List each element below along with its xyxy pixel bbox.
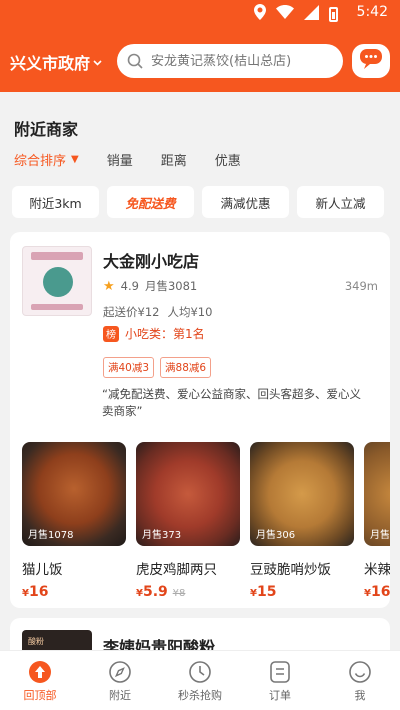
star-icon: ★ <box>103 278 115 294</box>
tab-label: 订单 <box>269 689 291 702</box>
status-time: 5:42 <box>356 4 388 20</box>
filter-chip-new-user[interactable]: 新人立减 <box>297 186 384 218</box>
app-header: 5:42 兴义市政府 <box>0 0 400 92</box>
dish-price: ¥16 <box>22 584 126 600</box>
search-bar[interactable] <box>117 44 343 78</box>
store-logo-text: 酸粉 <box>28 637 44 646</box>
fee-row: 起送价¥12 人均¥10 <box>103 304 212 320</box>
currency-symbol: ¥ <box>136 588 143 599</box>
dish-sales: 月售373 <box>142 530 182 541</box>
dish-name: 虎皮鸡脚两只 <box>136 562 217 578</box>
chevron-down-icon <box>93 58 102 69</box>
order-list-icon <box>268 660 292 684</box>
dish-item[interactable]: 月售 米辣 ¥16 <box>364 442 390 600</box>
city-label: 兴义市政府 <box>10 54 91 73</box>
sort-label: 综合排序 <box>14 154 67 169</box>
location-icon <box>254 4 266 25</box>
message-button[interactable] <box>352 44 390 78</box>
tab-me[interactable]: 我 <box>320 651 400 710</box>
min-order: 起送价¥12 <box>103 305 160 319</box>
dish-price: ¥15 <box>250 584 354 600</box>
promotion-tag: 满40减3 <box>103 357 155 378</box>
dish-item[interactable]: 月售373 虎皮鸡脚两只 ¥5.9 ¥8 <box>136 442 240 600</box>
tab-label: 附近 <box>109 689 131 702</box>
store-name: 大金刚小吃店 <box>103 252 200 271</box>
promotion-tag: 满88减6 <box>160 357 212 378</box>
clock-icon <box>188 660 212 684</box>
sort-option-discount[interactable]: 优惠 <box>215 150 241 169</box>
dish-name: 猫儿饭 <box>22 562 63 578</box>
rank-text: 小吃类：第1名 <box>125 327 205 341</box>
price-value: 16 <box>28 584 49 600</box>
battery-icon <box>329 7 338 22</box>
store-distance: 349m <box>344 279 378 293</box>
filter-chip-free-delivery[interactable]: 免配送费 <box>107 186 194 218</box>
dish-sales: 月售 <box>370 530 390 541</box>
sort-tabs: 综合排序 ▼ 销量 距离 优惠 <box>14 150 269 169</box>
dish-name: 豆豉脆哨炒饭 <box>250 562 331 578</box>
bottom-tab-bar: 回顶部 附近 秒杀抢购 订单 我 <box>0 650 400 710</box>
store-card[interactable]: 大金刚小吃店 ★ 4.9 月售3081 349m 起送价¥12 人均¥10 榜 … <box>10 232 390 608</box>
currency-symbol: ¥ <box>364 588 371 599</box>
dish-image: 月售1078 <box>22 442 126 546</box>
status-bar: 5:42 <box>0 0 400 26</box>
original-price: ¥8 <box>172 588 186 599</box>
dish-name: 米辣 <box>364 562 390 578</box>
tab-nearby[interactable]: 附近 <box>80 651 160 710</box>
tab-orders[interactable]: 订单 <box>240 651 320 710</box>
dish-item[interactable]: 月售1078 猫儿饭 ¥16 <box>22 442 126 600</box>
dish-price: ¥5.9 ¥8 <box>136 584 240 600</box>
search-input[interactable] <box>151 53 331 69</box>
sort-option-comprehensive[interactable]: 综合排序 ▼ <box>14 150 79 169</box>
tab-label: 我 <box>354 689 366 702</box>
store-logo <box>22 246 92 316</box>
store-rating: 4.9 <box>120 279 139 293</box>
filter-chips: 附近3km 免配送费 满减优惠 新人立减 <box>12 186 384 218</box>
store-quote: “减免配送费、爱心公益商家、回头客超多、爱心义卖商家” <box>102 387 361 418</box>
status-icons <box>254 4 338 25</box>
sort-option-distance[interactable]: 距离 <box>161 150 187 169</box>
tab-label: 秒杀抢购 <box>178 689 222 702</box>
rank-badge-icon: 榜 <box>103 325 119 342</box>
dish-image: 月售373 <box>136 442 240 546</box>
rank-row: 榜 小吃类：第1名 <box>103 325 205 342</box>
signal-icon <box>304 4 319 25</box>
currency-symbol: ¥ <box>250 588 257 599</box>
sort-label: 优惠 <box>214 154 241 169</box>
price-value: 16 <box>370 584 390 600</box>
avg-price: 人均¥10 <box>167 305 213 319</box>
dish-list: 月售1078 猫儿饭 ¥16 月售373 虎皮鸡脚两只 ¥5.9 ¥8 月售30… <box>22 442 390 600</box>
price-value: 5.9 <box>142 584 168 600</box>
main-content: 附近商家 综合排序 ▼ 销量 距离 优惠 附近3km 免配送费 满减优惠 新人立… <box>0 92 400 710</box>
wifi-icon <box>276 5 294 24</box>
dish-image: 月售306 <box>250 442 354 546</box>
smile-user-icon <box>348 660 372 684</box>
tab-back-to-top[interactable]: 回顶部 <box>0 651 80 710</box>
compass-icon <box>108 660 132 684</box>
store-monthly-sales: 月售3081 <box>144 279 198 293</box>
dish-sales: 月售306 <box>256 530 296 541</box>
sort-label: 距离 <box>160 154 187 169</box>
currency-symbol: ¥ <box>22 588 29 599</box>
dish-item[interactable]: 月售306 豆豉脆哨炒饭 ¥15 <box>250 442 354 600</box>
triangle-down-icon: ▼ <box>71 154 79 165</box>
promotion-tags: 满40减3 满88减6 <box>103 357 212 378</box>
search-icon <box>127 53 143 69</box>
filter-chip-nearby-3km[interactable]: 附近3km <box>12 186 99 218</box>
sort-option-sales[interactable]: 销量 <box>107 150 133 169</box>
price-value: 15 <box>256 584 277 600</box>
sort-label: 销量 <box>106 154 133 169</box>
tab-flash-sale[interactable]: 秒杀抢购 <box>160 651 240 710</box>
filter-chip-discount[interactable]: 满减优惠 <box>202 186 289 218</box>
dish-sales: 月售1078 <box>28 530 74 541</box>
chat-bubble-icon <box>359 48 383 74</box>
section-title: 附近商家 <box>14 120 79 139</box>
city-selector[interactable]: 兴义市政府 <box>10 50 102 74</box>
back-to-top-icon <box>28 660 52 684</box>
dish-price: ¥16 <box>364 584 390 600</box>
dish-image: 月售 <box>364 442 390 546</box>
rating-row: ★ 4.9 月售3081 <box>103 278 197 294</box>
tab-label: 回顶部 <box>23 689 57 702</box>
